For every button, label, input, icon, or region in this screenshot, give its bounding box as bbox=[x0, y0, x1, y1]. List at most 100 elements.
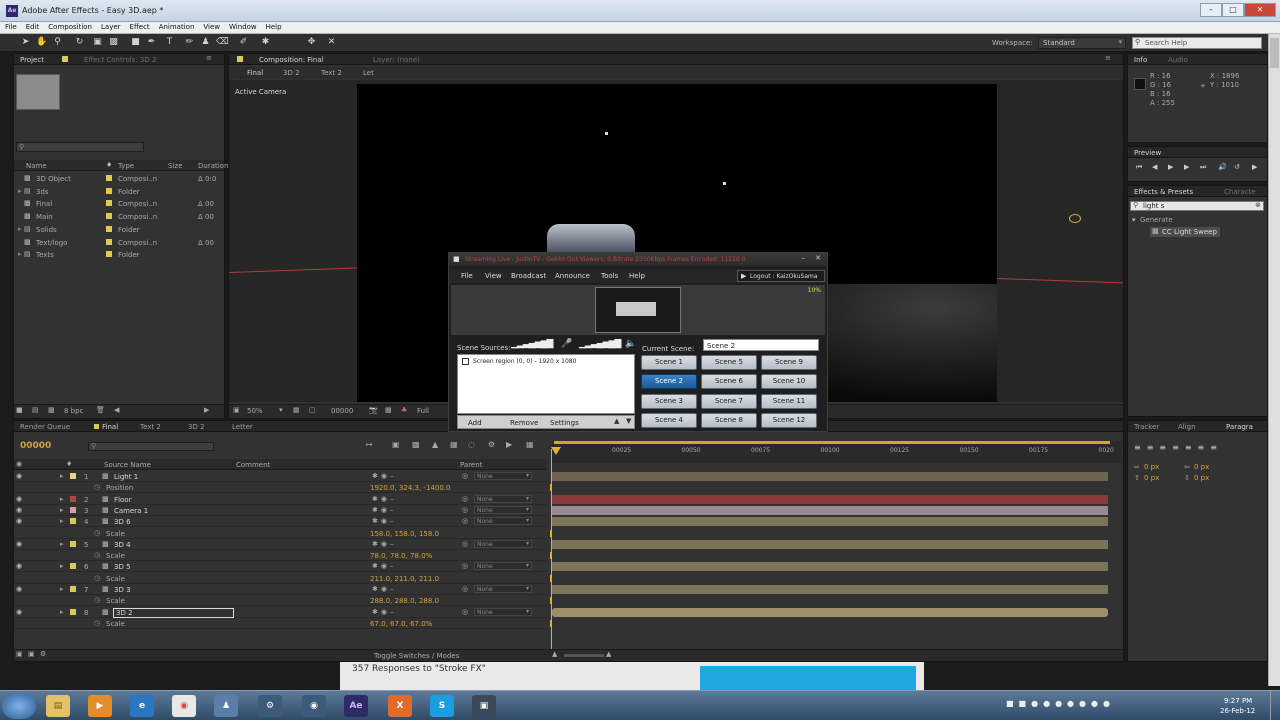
label-color-chip[interactable] bbox=[106, 213, 112, 220]
column-parent[interactable]: Parent bbox=[460, 461, 482, 469]
zoom-in-icon[interactable]: ▲ bbox=[606, 650, 611, 658]
paragraph-align-buttons[interactable]: ≡≡≡≡≡≡≡ bbox=[1134, 443, 1264, 453]
menu-view[interactable]: View bbox=[199, 22, 224, 31]
stopwatch-icon[interactable]: ◷ bbox=[94, 529, 100, 537]
time-ruler[interactable]: 00025 00050 00075 00100 00125 00150 00175 0020 bbox=[551, 441, 1122, 463]
grid-icon[interactable]: ▦ bbox=[293, 406, 300, 414]
expand-arrow-icon[interactable]: ▸ bbox=[18, 187, 22, 195]
label-color-chip[interactable] bbox=[70, 506, 76, 513]
pick-whip-icon[interactable]: ◎ bbox=[462, 506, 468, 514]
parent-select[interactable]: None ▾ bbox=[474, 539, 532, 548]
menu-help[interactable]: Help bbox=[262, 22, 286, 31]
new-composition-icon[interactable]: ▩ bbox=[48, 406, 55, 414]
label-color-chip[interactable] bbox=[70, 586, 76, 592]
play-icon[interactable]: ▶ bbox=[1168, 163, 1173, 171]
stopwatch-icon[interactable]: ◷ bbox=[94, 574, 100, 582]
tab-align[interactable]: Align bbox=[1178, 423, 1196, 431]
eraser-tool-icon[interactable]: ⌫ bbox=[216, 37, 229, 48]
xsplit-menu-broadcast[interactable]: Broadcast bbox=[511, 272, 546, 280]
tab-3d2[interactable]: 3D 2 bbox=[188, 423, 205, 431]
move-down-icon[interactable]: ▼ bbox=[626, 417, 631, 425]
timeline-layer-row[interactable]: ◉ ▸ 8 ▩ 3D 2 ✱◉– ◎ None ▾ bbox=[14, 607, 547, 618]
clock-date[interactable]: 26-Feb-12 bbox=[1220, 707, 1255, 715]
interpret-footage-icon[interactable]: ■ bbox=[16, 406, 23, 414]
tab-layer-none[interactable]: Layer: (none) bbox=[373, 56, 420, 64]
scene-button[interactable]: Scene 2 bbox=[641, 374, 697, 390]
layer-name[interactable]: 3D 3 bbox=[114, 586, 131, 594]
brainstorm-icon[interactable]: ⚙ bbox=[488, 440, 495, 449]
layer-name[interactable]: 3D 6 bbox=[114, 518, 131, 526]
new-folder-icon[interactable]: ▤ bbox=[32, 406, 39, 414]
explorer-icon[interactable]: ▤ bbox=[46, 695, 70, 717]
remove-button[interactable]: Remove bbox=[510, 419, 538, 427]
layer-duration-bar[interactable] bbox=[552, 539, 1108, 549]
app-icon[interactable]: ◉ bbox=[302, 695, 326, 717]
eye-icon[interactable]: ◉ bbox=[16, 517, 22, 525]
pick-whip-icon[interactable]: ◎ bbox=[462, 540, 468, 548]
frame-blending-icon[interactable]: ▦ bbox=[450, 440, 458, 449]
in-out-icon[interactable]: ⚙ bbox=[40, 650, 46, 658]
window-task-icon[interactable]: ▣ bbox=[472, 695, 496, 717]
property-value[interactable]: 158.0, 158.0, 158.0 bbox=[370, 530, 439, 538]
auto-keyframe-icon[interactable]: ▦ bbox=[526, 440, 534, 449]
zoom-out-icon[interactable]: ▲ bbox=[552, 650, 557, 658]
chrome-icon[interactable]: ◉ bbox=[172, 695, 196, 717]
scene-button[interactable]: Scene 7 bbox=[701, 393, 757, 409]
scroll-left-icon[interactable]: ◀ bbox=[114, 406, 119, 414]
clone-stamp-tool-icon[interactable]: ♟ bbox=[200, 37, 211, 48]
channel-icon[interactable]: ♣ bbox=[401, 406, 407, 414]
tab-tracker[interactable]: Tracker bbox=[1134, 423, 1159, 431]
microphone-icon[interactable]: 🎤 bbox=[561, 339, 572, 349]
layer-name[interactable]: 3D 4 bbox=[114, 541, 131, 549]
scene-button[interactable]: Scene 3 bbox=[641, 393, 697, 409]
pick-whip-icon[interactable]: ◎ bbox=[462, 472, 468, 480]
after-effects-task-icon[interactable]: Ae bbox=[344, 695, 368, 717]
scene-button[interactable]: Scene 1 bbox=[641, 355, 697, 370]
snapshot-icon[interactable]: 📷 bbox=[369, 406, 378, 414]
pick-whip-icon[interactable]: ◎ bbox=[462, 608, 468, 616]
mask-icon[interactable]: ▢ bbox=[309, 406, 316, 414]
trash-icon[interactable]: 🗑 bbox=[96, 406, 105, 414]
camera-tool-icon[interactable]: ▣ bbox=[92, 37, 103, 48]
stopwatch-icon[interactable]: ◷ bbox=[94, 596, 100, 604]
first-frame-icon[interactable]: ⏮ bbox=[1136, 163, 1142, 172]
media-player-icon[interactable]: ▶ bbox=[88, 695, 112, 717]
xsplit-menu-announce[interactable]: Announce bbox=[555, 272, 590, 280]
layer-duration-bar[interactable] bbox=[552, 505, 1108, 515]
search-help-field[interactable]: ⚲ Search Help bbox=[1132, 37, 1262, 49]
xsplit-menu-view[interactable]: View bbox=[485, 272, 502, 280]
expand-arrow-icon[interactable]: ▸ bbox=[18, 250, 22, 258]
close-button[interactable]: ✕ bbox=[1244, 3, 1276, 17]
layer-name[interactable]: Camera 1 bbox=[114, 507, 148, 515]
scene-button[interactable]: Scene 10 bbox=[761, 374, 817, 390]
people-icon[interactable]: ♟ bbox=[214, 695, 238, 717]
parent-select[interactable]: None ▾ bbox=[474, 562, 532, 571]
maximize-button[interactable]: □ bbox=[1222, 3, 1244, 17]
expand-arrow-icon[interactable]: ▸ bbox=[60, 608, 64, 616]
property-row[interactable]: ◷ Scale 158.0, 158.0, 158.0 bbox=[14, 528, 547, 539]
property-value[interactable]: 67.0, 67.0, 67.0% bbox=[370, 620, 432, 628]
rotate-tool-icon[interactable]: ↻ bbox=[74, 37, 85, 48]
effect-item[interactable]: ▩ CC Light Sweep bbox=[1150, 227, 1220, 237]
timeline-layer-row[interactable]: ◉ ▸ 5 ▩ 3D 4 ✱◉– ◎ None ▾ bbox=[14, 539, 547, 550]
hand-tool-icon[interactable]: ✋ bbox=[36, 37, 47, 48]
timeline-layer-row[interactable]: ◉ ▸ 7 ▩ 3D 3 ✱◉– ◎ None ▾ bbox=[14, 584, 547, 595]
layer-duration-bar[interactable] bbox=[552, 494, 1108, 504]
scene-sources-list[interactable]: Screen region (0, 0) - 1920 x 1080 bbox=[457, 354, 635, 414]
parent-select[interactable]: None ▾ bbox=[474, 585, 532, 593]
project-item[interactable]: ▸ ▤ Texts Folder bbox=[14, 248, 224, 260]
indent-right-value[interactable]: 0 px bbox=[1194, 463, 1209, 471]
next-frame-icon[interactable]: ▶ bbox=[1184, 163, 1189, 171]
project-search-input[interactable]: ⚲ bbox=[16, 142, 144, 152]
loop-icon[interactable]: ↺ bbox=[1234, 163, 1240, 171]
timeline-timecode[interactable]: 00000 bbox=[20, 441, 51, 451]
pan-behind-tool-icon[interactable]: ▩ bbox=[108, 37, 119, 48]
scene-button[interactable]: Scene 12 bbox=[761, 412, 817, 428]
label-color-chip[interactable] bbox=[70, 563, 76, 570]
zoom-slider[interactable] bbox=[564, 654, 604, 657]
always-preview-icon[interactable]: ▣ bbox=[233, 406, 240, 414]
property-row[interactable]: ◷ Position 1920.0, 324.3, -1400.0 bbox=[14, 482, 547, 494]
project-item[interactable]: ▸ ▤ Solids Folder bbox=[14, 223, 224, 235]
label-color-chip[interactable] bbox=[106, 175, 112, 181]
work-area-bar[interactable] bbox=[554, 441, 1110, 444]
